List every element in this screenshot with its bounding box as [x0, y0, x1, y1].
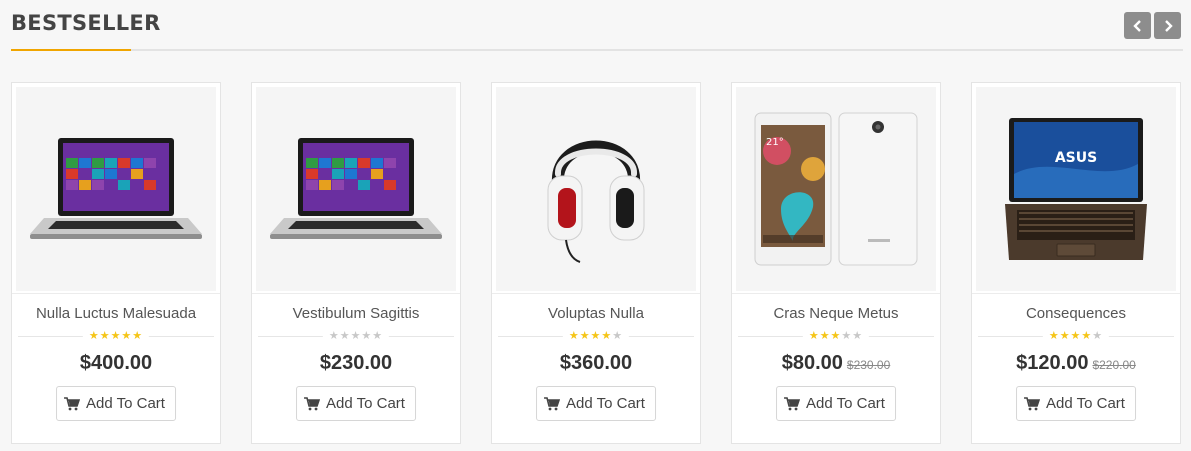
- product-card: Nulla Luctus Malesuada ★★★★★ $400.00 Add…: [11, 82, 221, 444]
- card-divider: [732, 293, 940, 294]
- product-name-link[interactable]: Nulla Luctus Malesuada: [12, 305, 220, 322]
- section-header: BESTSELLER: [0, 0, 1191, 52]
- product-price: $360.00: [559, 352, 633, 374]
- cart-icon: [304, 396, 321, 410]
- product-image-link[interactable]: ASUS: [976, 87, 1176, 291]
- rating-row: ★★★★★: [18, 329, 214, 343]
- product-name-link[interactable]: Voluptas Nulla: [492, 305, 700, 322]
- rating-row: ★★★★★: [258, 329, 454, 343]
- laptop-image: ASUS: [1005, 118, 1147, 260]
- chevron-left-icon: [1132, 19, 1141, 32]
- product-card: Vestibulum Sagittis ★★★★★ $230.00 Add To…: [251, 82, 461, 444]
- product-name-link[interactable]: Cras Neque Metus: [732, 305, 940, 322]
- star-rating: ★★★★★: [322, 329, 390, 343]
- product-price: $120.00: [1016, 352, 1089, 374]
- card-divider: [492, 293, 700, 294]
- card-divider: [252, 293, 460, 294]
- carousel-prev-button[interactable]: [1124, 12, 1151, 39]
- rating-row: ★★★★★: [498, 329, 694, 343]
- product-image-link[interactable]: [256, 87, 456, 291]
- add-to-cart-button[interactable]: Add To Cart: [776, 386, 896, 421]
- phone-screen-time: 21°: [766, 137, 784, 148]
- add-to-cart-button[interactable]: Add To Cart: [296, 386, 416, 421]
- title-divider: [11, 49, 1183, 51]
- add-to-cart-label: Add To Cart: [326, 395, 405, 412]
- product-old-price: $220.00: [1092, 358, 1136, 372]
- product-name-link[interactable]: Consequences: [972, 305, 1180, 322]
- product-image-link[interactable]: [496, 87, 696, 291]
- add-to-cart-label: Add To Cart: [566, 395, 645, 412]
- smartphone-image: 21°: [754, 112, 918, 266]
- price-row: $230.00: [252, 352, 460, 375]
- card-divider: [972, 293, 1180, 294]
- product-price: $400.00: [79, 352, 153, 374]
- laptop-image: [270, 138, 442, 239]
- headphones-image: [547, 140, 645, 263]
- add-to-cart-button[interactable]: Add To Cart: [56, 386, 176, 421]
- cart-icon: [1024, 396, 1041, 410]
- rating-row: ★★★★★: [978, 329, 1174, 343]
- rating-row: ★★★★★: [738, 329, 934, 343]
- title-accent-underline: [11, 49, 131, 51]
- star-rating: ★★★★★: [82, 329, 150, 343]
- price-row: $80.00 $230.00: [732, 352, 940, 375]
- add-to-cart-button[interactable]: Add To Cart: [536, 386, 656, 421]
- star-rating: ★★★★★: [562, 329, 630, 343]
- product-image-link[interactable]: 21°: [736, 87, 936, 291]
- product-old-price: $230.00: [846, 358, 891, 372]
- add-to-cart-label: Add To Cart: [86, 395, 165, 412]
- product-name-link[interactable]: Vestibulum Sagittis: [252, 305, 460, 322]
- product-price: $230.00: [319, 352, 393, 374]
- product-card: ASUS Consequences ★★★★★ $120.00 $220.00 A…: [971, 82, 1181, 444]
- add-to-cart-button[interactable]: Add To Cart: [1016, 386, 1136, 421]
- card-divider: [12, 293, 220, 294]
- star-rating: ★★★★★: [802, 329, 870, 343]
- price-row: $120.00 $220.00: [972, 352, 1180, 375]
- product-card: 21° Cras Neque Metus ★★★★★ $80.00 $230.00…: [731, 82, 941, 444]
- star-rating: ★★★★★: [1042, 329, 1110, 343]
- product-price: $80.00: [781, 352, 843, 374]
- price-row: $360.00: [492, 352, 700, 375]
- add-to-cart-label: Add To Cart: [1046, 395, 1125, 412]
- product-image-link[interactable]: [16, 87, 216, 291]
- cart-icon: [64, 396, 81, 410]
- price-row: $400.00: [12, 352, 220, 375]
- laptop-image: [30, 138, 202, 239]
- cart-icon: [544, 396, 561, 410]
- chevron-right-icon: [1164, 19, 1173, 32]
- laptop-brand-text: ASUS: [1055, 150, 1097, 166]
- add-to-cart-label: Add To Cart: [806, 395, 885, 412]
- product-card: Voluptas Nulla ★★★★★ $360.00 Add To Cart: [491, 82, 701, 444]
- cart-icon: [784, 396, 801, 410]
- carousel-next-button[interactable]: [1154, 12, 1181, 39]
- section-title: BESTSELLER: [11, 11, 161, 35]
